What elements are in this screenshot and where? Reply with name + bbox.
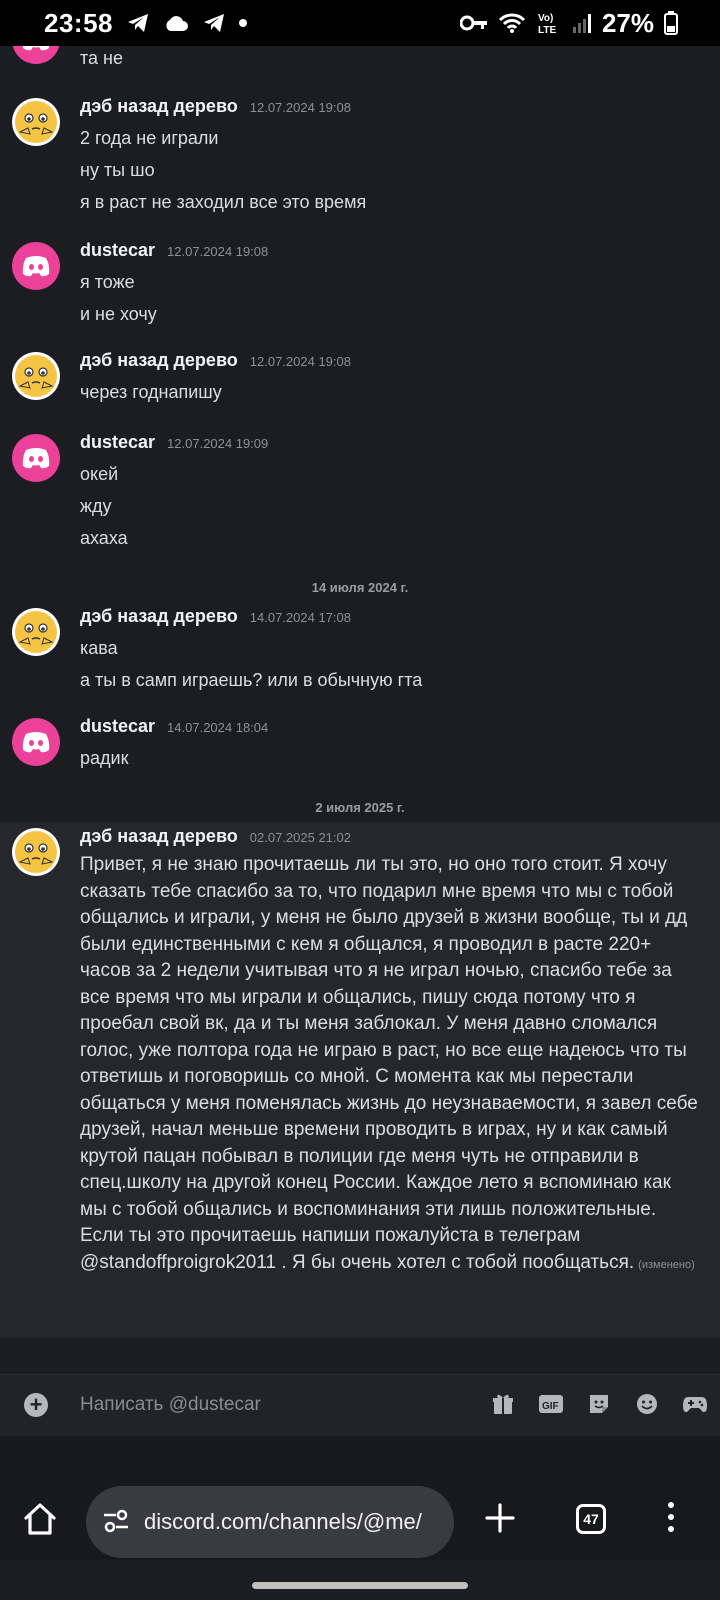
message-group: та не — [0, 46, 720, 76]
avatar[interactable] — [12, 608, 60, 656]
key-icon — [459, 15, 488, 31]
timestamp: 12.07.2024 19:08 — [249, 100, 351, 115]
timestamp: 14.07.2024 17:08 — [249, 610, 351, 625]
gift-icon[interactable] — [490, 1391, 516, 1417]
message-composer: + Написать @dustecar GIF — [0, 1374, 720, 1436]
message-text-long: Привет, я не знаю прочитаешь ли ты это, … — [80, 852, 700, 1278]
username[interactable]: дэб назад дерево — [80, 826, 238, 847]
discord-logo-icon — [22, 448, 50, 469]
message-text: кава — [80, 638, 118, 658]
discord-logo-icon — [22, 46, 50, 51]
message-text: ахаха — [80, 528, 128, 548]
message-group: dustecar 14.07.2024 18:04 радик — [0, 712, 720, 782]
discord-logo-icon — [22, 732, 50, 753]
date-separator: 2 июля 2025 г. — [315, 800, 405, 815]
edited-label: (изменено) — [638, 1258, 695, 1271]
emoji-avatar-icon — [15, 355, 57, 397]
message-group: дэб назад дерево 12.07.2024 19:08 через … — [0, 346, 720, 416]
new-tab-button[interactable] — [484, 1502, 516, 1539]
username[interactable]: dustecar — [80, 240, 155, 261]
username[interactable]: дэб назад дерево — [80, 96, 238, 117]
battery-icon — [664, 11, 678, 35]
status-bar: 23:58 Vo) LTE 27% — [0, 0, 720, 46]
message-text: жду — [80, 496, 112, 516]
telegram-icon — [203, 13, 225, 33]
browser-toolbar: discord.com/channels/@me/ 47 — [0, 1436, 720, 1560]
avatar[interactable] — [12, 718, 60, 766]
message-text: Привет, я не знаю прочитаешь ли ты это, … — [80, 854, 698, 1273]
avatar[interactable] — [12, 242, 60, 290]
discord-logo-icon — [22, 256, 50, 277]
avatar[interactable] — [12, 98, 60, 146]
message-text: ну ты шо — [80, 160, 155, 180]
timestamp: 02.07.2025 21:02 — [249, 830, 351, 845]
timestamp: 14.07.2024 18:04 — [167, 720, 269, 735]
message-group: dustecar 12.07.2024 19:08 я тоже и не хо… — [0, 236, 720, 336]
message-group: дэб назад дерево 14.07.2024 17:08 кава а… — [0, 602, 720, 702]
address-bar[interactable]: discord.com/channels/@me/ — [86, 1486, 454, 1558]
message-text: 2 года не играли — [80, 128, 219, 148]
sticker-icon[interactable] — [586, 1391, 612, 1417]
username[interactable]: дэб назад дерево — [80, 606, 238, 627]
cloud-icon — [163, 14, 189, 32]
notification-dot-icon — [239, 19, 247, 27]
username[interactable]: dustecar — [80, 432, 155, 453]
emoji-avatar-icon — [15, 611, 57, 653]
chat-messages[interactable]: та не дэб назад дерево 12.07.2024 19:08 … — [0, 46, 720, 1360]
emoji-icon[interactable] — [634, 1391, 660, 1417]
message-text: а ты в самп играешь? или в обычную гта — [80, 670, 423, 690]
message-text: я в раст не заходил все это время — [80, 192, 367, 212]
avatar[interactable] — [12, 46, 60, 64]
battery-percent: 27% — [601, 7, 654, 38]
message-text: и не хочу — [80, 304, 157, 324]
message-text: та не — [80, 48, 124, 68]
menu-dot-icon — [668, 1514, 674, 1520]
message-text: окей — [80, 464, 119, 484]
avatar[interactable] — [12, 828, 60, 876]
avatar[interactable] — [12, 434, 60, 482]
gif-icon[interactable]: GIF — [538, 1391, 564, 1417]
menu-dot-icon — [668, 1502, 674, 1508]
svg-text:Vo): Vo) — [538, 13, 553, 24]
home-icon — [24, 1503, 56, 1535]
gamepad-icon[interactable] — [682, 1391, 708, 1417]
username[interactable]: dustecar — [80, 716, 155, 737]
username[interactable]: дэб назад дерево — [80, 350, 238, 371]
message-text: через годнапишу — [80, 382, 222, 402]
timestamp: 12.07.2024 19:08 — [249, 354, 351, 369]
telegram-icon — [127, 13, 149, 33]
signal-icon — [572, 13, 592, 33]
svg-text:LTE: LTE — [538, 25, 556, 35]
gesture-navigation-handle[interactable] — [252, 1582, 468, 1589]
message-text: радик — [80, 748, 129, 768]
tab-switcher-button[interactable]: 47 — [576, 1504, 606, 1534]
message-group: дэб назад дерево 12.07.2024 19:08 2 года… — [0, 92, 720, 222]
date-separator: 14 июля 2024 г. — [311, 580, 409, 595]
home-button[interactable] — [22, 1502, 58, 1541]
add-attachment-button[interactable]: + — [24, 1393, 48, 1417]
avatar[interactable] — [12, 352, 60, 400]
timestamp: 12.07.2024 19:09 — [167, 436, 269, 451]
timestamp: 12.07.2024 19:08 — [167, 244, 269, 259]
status-time: 23:58 — [44, 7, 113, 38]
url-text: discord.com/channels/@me/ — [144, 1509, 422, 1534]
plus-icon — [485, 1503, 515, 1533]
message-text: я тоже — [80, 272, 135, 292]
site-settings-icon[interactable] — [102, 1508, 130, 1539]
menu-dot-icon — [668, 1526, 674, 1532]
gif-label: GIF — [542, 1401, 559, 1412]
emoji-avatar-icon — [15, 831, 57, 873]
message-input[interactable]: Написать @dustecar — [80, 1394, 261, 1416]
emoji-avatar-icon — [15, 101, 57, 143]
wifi-icon — [498, 12, 526, 34]
message-group: dustecar 12.07.2024 19:09 окей жду ахаха — [0, 428, 720, 558]
more-menu-button[interactable] — [668, 1502, 674, 1532]
volte-icon: Vo) LTE — [536, 11, 562, 35]
message-group: дэб назад дерево 02.07.2025 21:02 Привет… — [0, 822, 720, 1338]
